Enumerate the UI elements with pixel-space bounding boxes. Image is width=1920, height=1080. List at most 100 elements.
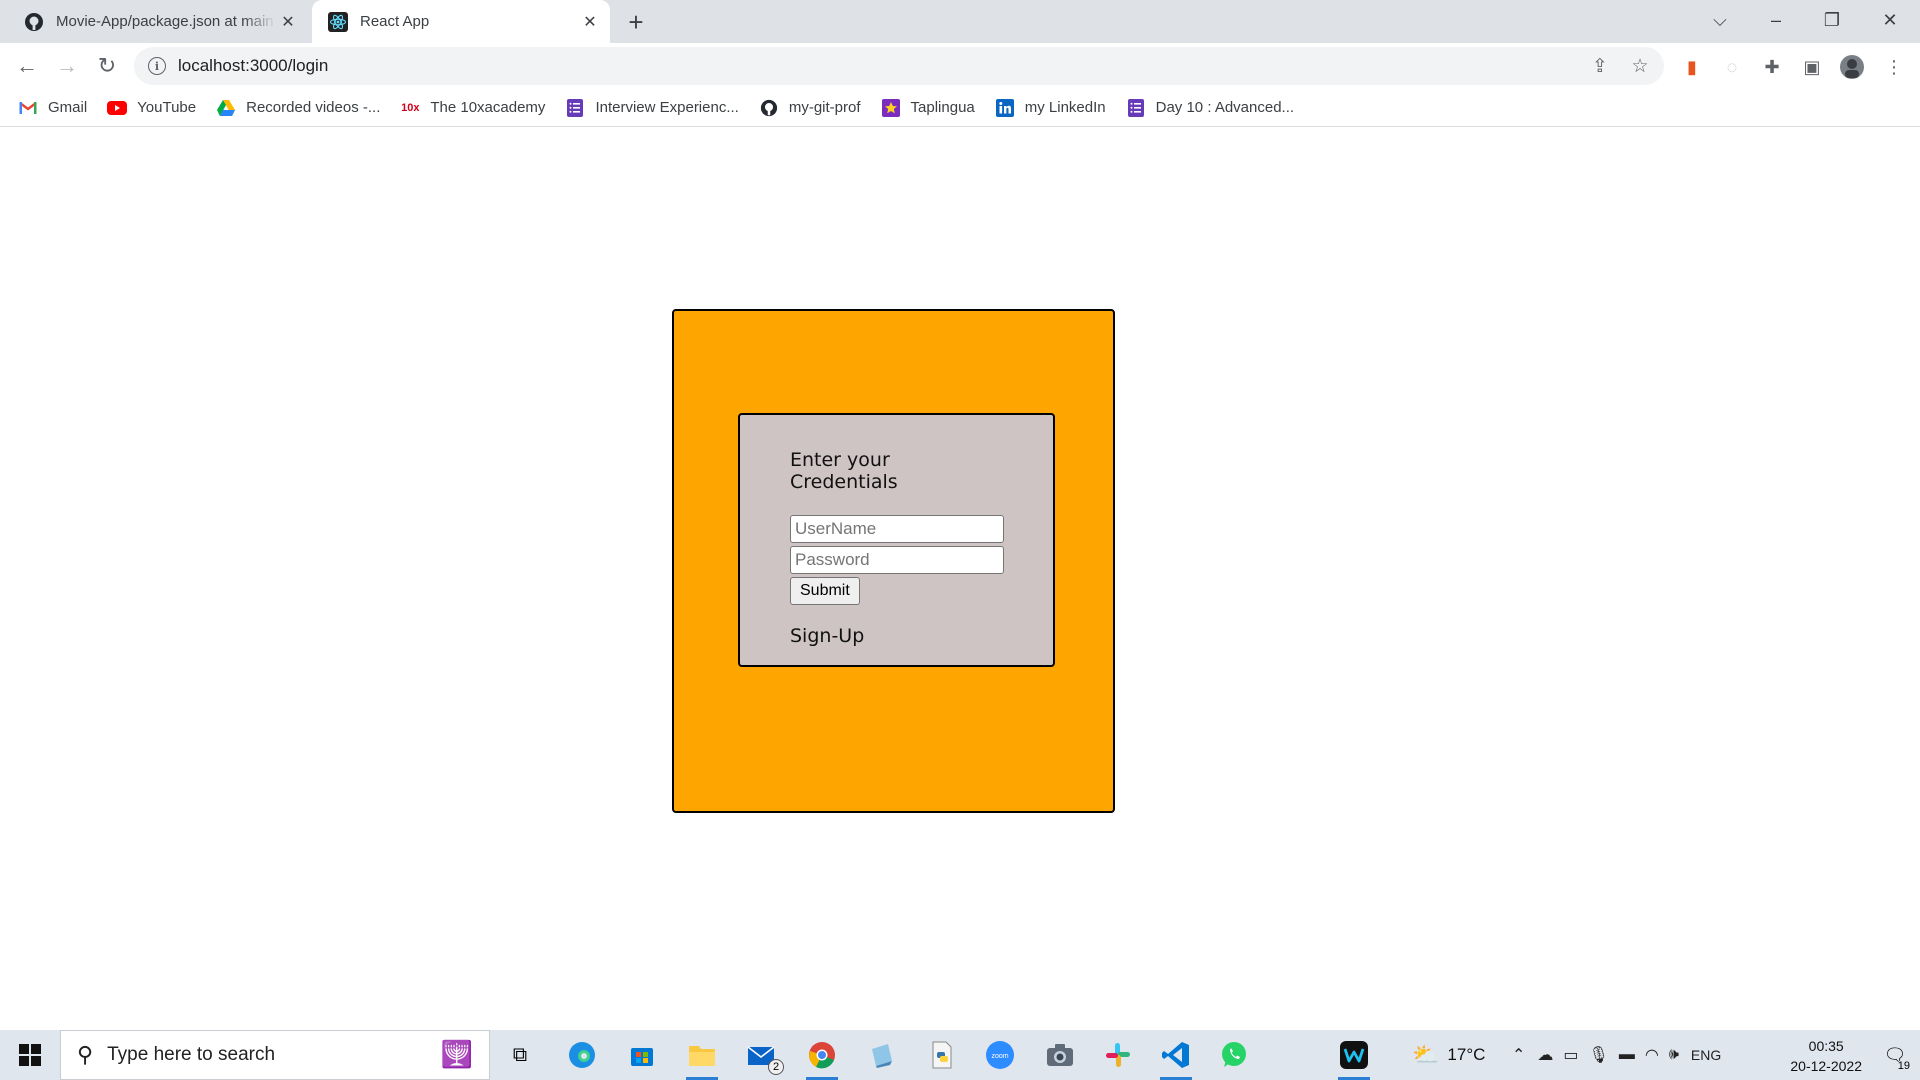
bookmark-gmail[interactable]: Gmail	[18, 99, 87, 117]
tab-strip: Movie-App/package.json at main ✕ React A…	[0, 0, 1920, 43]
meet-now-icon[interactable]: ▭	[1563, 1045, 1578, 1065]
webex-icon[interactable]	[1330, 1035, 1378, 1080]
windows-icon	[19, 1044, 41, 1066]
bookmark-my-linkedin[interactable]: my LinkedIn	[995, 98, 1106, 117]
zoom-icon[interactable]: zoom	[976, 1035, 1024, 1075]
react-icon	[328, 11, 348, 32]
bookmark-label: Gmail	[48, 99, 88, 116]
system-tray: ⌃ ☁ ▭ 🎙 ▬ ◠ 🕪 ENG	[1512, 1030, 1721, 1080]
tab-movie-app[interactable]: Movie-App/package.json at main ✕	[8, 0, 308, 43]
bookmark-10xacademy[interactable]: 10x The 10xacademy	[400, 99, 545, 117]
camera-icon[interactable]	[1036, 1035, 1084, 1075]
chrome-icon[interactable]	[798, 1035, 846, 1080]
battery-icon[interactable]: ▬	[1619, 1046, 1635, 1064]
puzzle-extensions-icon[interactable]: ✚	[1758, 53, 1786, 81]
password-input[interactable]	[790, 546, 1004, 574]
microsoft-store-icon[interactable]	[618, 1035, 666, 1075]
whatsapp-icon[interactable]	[1210, 1035, 1258, 1075]
bookmark-day-10[interactable]: Day 10 : Advanced...	[1126, 98, 1295, 117]
share-icon[interactable]: ⇪	[1584, 50, 1616, 82]
side-panel-icon[interactable]: ▣	[1798, 53, 1826, 81]
login-card: Enter your Credentials Submit Sign-Up	[738, 413, 1055, 667]
tab-react-app[interactable]: React App ✕	[312, 0, 610, 43]
back-button[interactable]: ←	[12, 51, 42, 81]
bookmark-recorded-videos[interactable]: Recorded videos -...	[216, 99, 380, 117]
tab-search-chevron-icon[interactable]: ⌵	[1692, 0, 1748, 40]
page-content: Enter your Credentials Submit Sign-Up	[0, 128, 1920, 1030]
tab-title: Movie-App/package.json at main	[56, 13, 274, 30]
login-container: Enter your Credentials Submit Sign-Up	[672, 309, 1115, 813]
close-icon[interactable]: ✕	[276, 10, 300, 34]
submit-button[interactable]: Submit	[790, 577, 860, 605]
avatar[interactable]	[1838, 53, 1866, 81]
notepad-app-icon[interactable]	[858, 1035, 906, 1075]
minimize-button[interactable]: –	[1748, 0, 1804, 40]
username-input[interactable]	[790, 515, 1004, 543]
python-file-icon[interactable]	[918, 1035, 966, 1075]
wifi-icon[interactable]: ◠	[1645, 1045, 1659, 1065]
notifications-button[interactable]: 🗨 19	[1880, 1040, 1912, 1072]
address-bar[interactable]: i localhost:3000/login ⇪ ☆	[134, 47, 1664, 85]
bookmark-taplingua[interactable]: Taplingua	[881, 98, 975, 117]
taskbar-search-box[interactable]: ⚲ Type here to search 🕎	[60, 1030, 490, 1080]
gmail-icon	[18, 99, 38, 117]
reload-button[interactable]: ↻	[92, 51, 122, 81]
clock[interactable]: 00:35 20-12-2022	[1790, 1036, 1862, 1076]
mail-icon[interactable]: 2	[738, 1035, 786, 1075]
bookmark-my-git-prof[interactable]: my-git-prof	[759, 99, 861, 117]
bookmark-label: Taplingua	[910, 99, 975, 116]
microphone-icon[interactable]: 🎙	[1589, 1045, 1609, 1065]
volume-icon[interactable]: 🕪	[1669, 1046, 1679, 1064]
github-icon	[24, 12, 44, 32]
file-explorer-icon[interactable]	[678, 1035, 726, 1080]
signup-link[interactable]: Sign-Up	[790, 625, 1003, 647]
github-icon	[759, 99, 779, 117]
bookmark-star-icon[interactable]: ☆	[1624, 50, 1656, 82]
notification-count: 19	[1895, 1060, 1912, 1072]
svg-text:zoom: zoom	[991, 1053, 1008, 1060]
bookmark-label: The 10xacademy	[430, 99, 546, 116]
weather-icon: ⛅	[1412, 1042, 1440, 1067]
close-icon[interactable]: ✕	[578, 10, 602, 34]
forward-button[interactable]: →	[52, 51, 82, 81]
weather-temp: 17°C	[1447, 1045, 1486, 1064]
chevron-up-icon[interactable]: ⌃	[1512, 1045, 1525, 1065]
edge-icon[interactable]	[558, 1035, 606, 1075]
url-text[interactable]: localhost:3000/login	[178, 56, 1584, 76]
site-info-icon[interactable]: i	[148, 57, 166, 75]
menorah-icon: 🕎	[440, 1039, 473, 1069]
clock-date: 20-12-2022	[1790, 1058, 1862, 1074]
youtube-icon	[107, 99, 128, 117]
start-button[interactable]	[0, 1030, 60, 1080]
vscode-icon[interactable]	[1152, 1035, 1200, 1080]
search-placeholder: Type here to search	[107, 1044, 276, 1065]
task-view-icon[interactable]: ⧉	[496, 1035, 544, 1075]
new-tab-button[interactable]: +	[622, 7, 650, 37]
bookmark-label: my-git-prof	[788, 99, 861, 116]
bookmark-youtube[interactable]: YouTube	[107, 99, 196, 117]
browser-toolbar: ← → ↻ i localhost:3000/login ⇪ ☆ ▮ ◌ ✚ ▣…	[0, 43, 1920, 89]
extension-icon[interactable]: ◌	[1718, 53, 1746, 81]
windows-taskbar: ⚲ Type here to search 🕎 ⧉ 2 zoom ⛅ 17°C …	[0, 1030, 1920, 1080]
menu-kebab-icon[interactable]: ⋮	[1880, 53, 1908, 81]
bookmark-label: my LinkedIn	[1024, 99, 1106, 116]
language-indicator[interactable]: ENG	[1691, 1047, 1721, 1063]
bookmark-interview-experience[interactable]: Interview Experienc...	[565, 98, 739, 117]
forms-icon	[565, 98, 585, 117]
credentials-heading: Enter your Credentials	[790, 449, 898, 493]
weather-widget[interactable]: ⛅ 17°C	[1412, 1030, 1485, 1080]
forms-icon	[1126, 98, 1146, 117]
extension-icon[interactable]: ▮	[1678, 53, 1706, 81]
onedrive-icon[interactable]: ☁	[1537, 1045, 1553, 1065]
window-close-button[interactable]: ✕	[1862, 0, 1918, 40]
bookmarks-bar: Gmail YouTube Recorded videos -... 10x T…	[0, 89, 1920, 127]
restore-button[interactable]: ❐	[1804, 0, 1860, 40]
linkedin-icon	[995, 98, 1015, 117]
mail-badge: 2	[768, 1059, 784, 1075]
slack-icon[interactable]	[1094, 1035, 1142, 1075]
bookmark-label: Day 10 : Advanced...	[1155, 99, 1295, 116]
google-drive-icon	[216, 99, 236, 117]
bookmark-label: Interview Experienc...	[595, 99, 739, 116]
tab-title: React App	[360, 13, 430, 30]
star-icon	[881, 98, 901, 117]
